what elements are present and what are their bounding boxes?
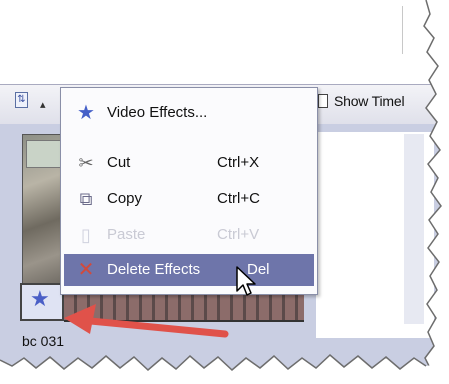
torn-paper-edges xyxy=(0,0,449,384)
screenshot-stage: ⇅ ▴ Show Timel ★ bc 031 ★ Video Effects.… xyxy=(0,0,449,384)
